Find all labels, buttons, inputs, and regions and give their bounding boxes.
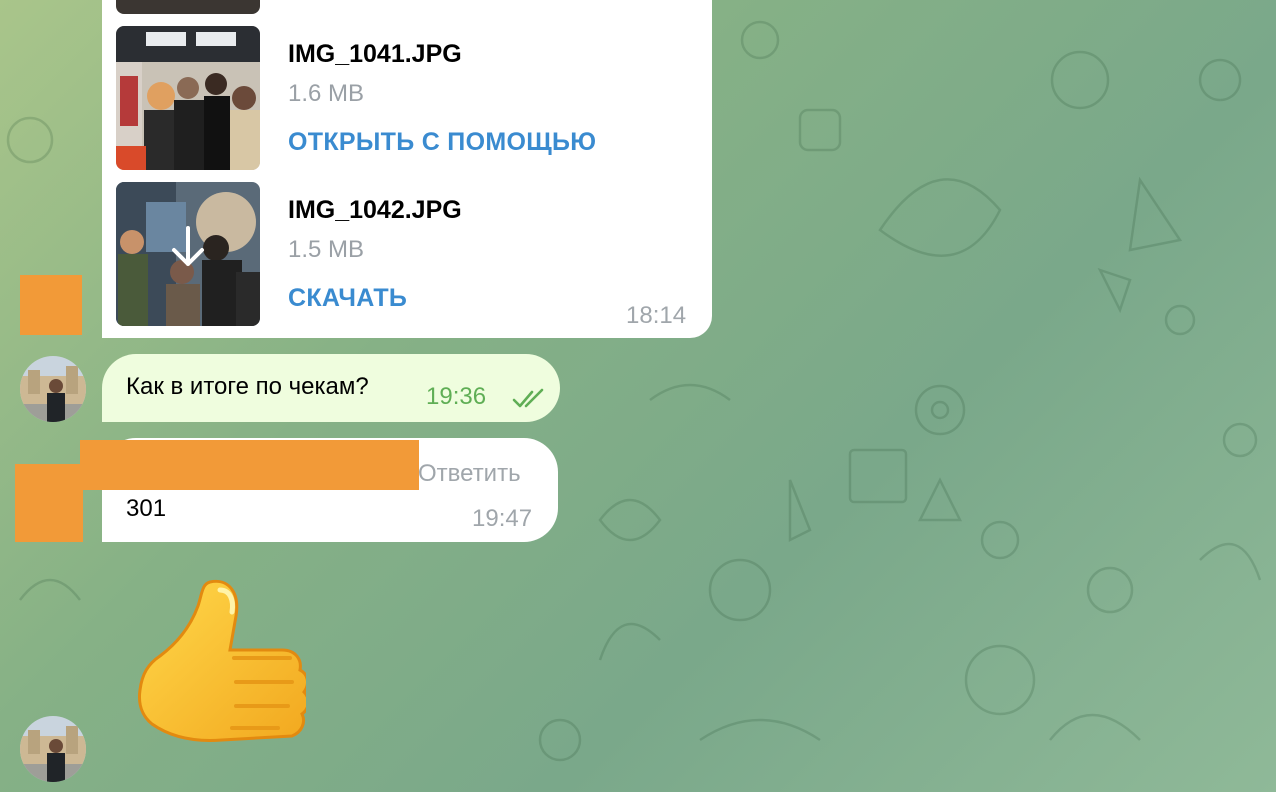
download-arrow-icon (172, 226, 204, 266)
redacted-avatar (15, 464, 83, 542)
thumbs-up-sticker[interactable] (124, 574, 306, 764)
file-size: 1.6 MB (288, 80, 365, 107)
file-thumbnail-img-1042[interactable] (116, 182, 260, 326)
message-time: 18:14 (626, 302, 687, 329)
chat-background: IMG_1041.JPG 1.6 MB ОТКРЫТЬ С ПОМОЩЬЮ IM… (0, 0, 1276, 792)
user-avatar-photo (20, 356, 86, 422)
message-time: 19:36 (426, 383, 487, 410)
file-size: 1.5 MB (288, 236, 365, 263)
file-thumbnail-img-1041[interactable] (116, 26, 260, 170)
double-check-icon (512, 388, 544, 408)
previous-file-thumbnail[interactable] (116, 0, 260, 14)
open-with-button[interactable]: ОТКРЫТЬ С ПОМОЩЬЮ (288, 128, 596, 157)
message-text: Как в итоге по чекам? (126, 373, 369, 400)
download-button[interactable]: СКАЧАТЬ (288, 284, 407, 313)
file-name: IMG_1041.JPG (288, 40, 462, 68)
message-time: 19:47 (472, 505, 533, 532)
redacted-sender-name (80, 440, 419, 490)
outgoing-message-bubble: Как в итоге по чекам? 19:36 (102, 354, 560, 422)
avatar[interactable] (20, 356, 86, 422)
file-message-bubble: IMG_1041.JPG 1.6 MB ОТКРЫТЬ С ПОМОЩЬЮ IM… (102, 0, 712, 338)
file-name: IMG_1042.JPG (288, 196, 462, 224)
user-avatar-photo (20, 716, 86, 782)
reply-button[interactable]: Ответить (418, 460, 521, 488)
message-text: 301 (126, 495, 167, 522)
photo-thumbnail (116, 26, 260, 170)
avatar[interactable] (20, 716, 86, 782)
redacted-avatar (20, 275, 82, 335)
